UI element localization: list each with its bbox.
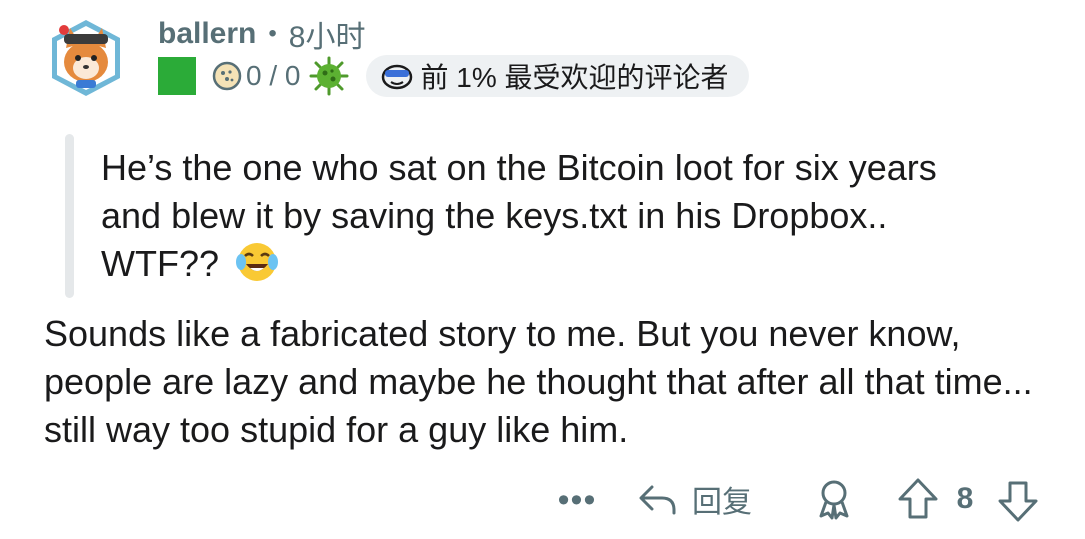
top-commenter-badge[interactable]: 前 1% 最受欢迎的评论者 <box>366 55 749 97</box>
reply-label: 回复 <box>692 486 752 519</box>
coin-icon <box>212 61 242 91</box>
karma-count: 0 / 0 <box>246 60 301 91</box>
user-flair-row: 0 / 0 前 1% 最受欢迎的评论者 <box>158 55 749 97</box>
quote-content: He’s the one who sat on the Bitcoin loot… <box>101 147 937 284</box>
more-options-button[interactable]: ••• <box>554 480 600 520</box>
reply-button[interactable]: 回复 <box>636 474 752 524</box>
username-link[interactable]: ballern <box>158 17 256 51</box>
meta-separator: • <box>268 20 277 47</box>
comment-body: Sounds like a fabricated story to me. Bu… <box>44 313 1033 450</box>
vote-score: 8 <box>956 482 974 515</box>
timestamp: 8小时 <box>288 21 366 54</box>
green-square-flair-icon <box>158 57 196 95</box>
cool-face-icon <box>382 64 413 90</box>
quote-bar <box>65 134 74 298</box>
downvote-icon[interactable] <box>996 478 1040 524</box>
comment-action-bar: ••• 回复 8 <box>0 474 1085 524</box>
award-icon[interactable] <box>812 477 856 521</box>
virus-icon <box>309 56 349 96</box>
upvote-icon[interactable] <box>896 476 940 522</box>
comment-meta: ballern • 8小时 <box>158 16 365 54</box>
badge-label: 前 1% 最受欢迎的评论者 <box>420 62 729 93</box>
reply-arrow-icon <box>639 485 676 515</box>
user-avatar[interactable] <box>46 16 126 100</box>
face-with-tears-of-joy-icon <box>236 243 279 281</box>
quoted-text: He’s the one who sat on the Bitcoin loot… <box>101 144 1001 288</box>
